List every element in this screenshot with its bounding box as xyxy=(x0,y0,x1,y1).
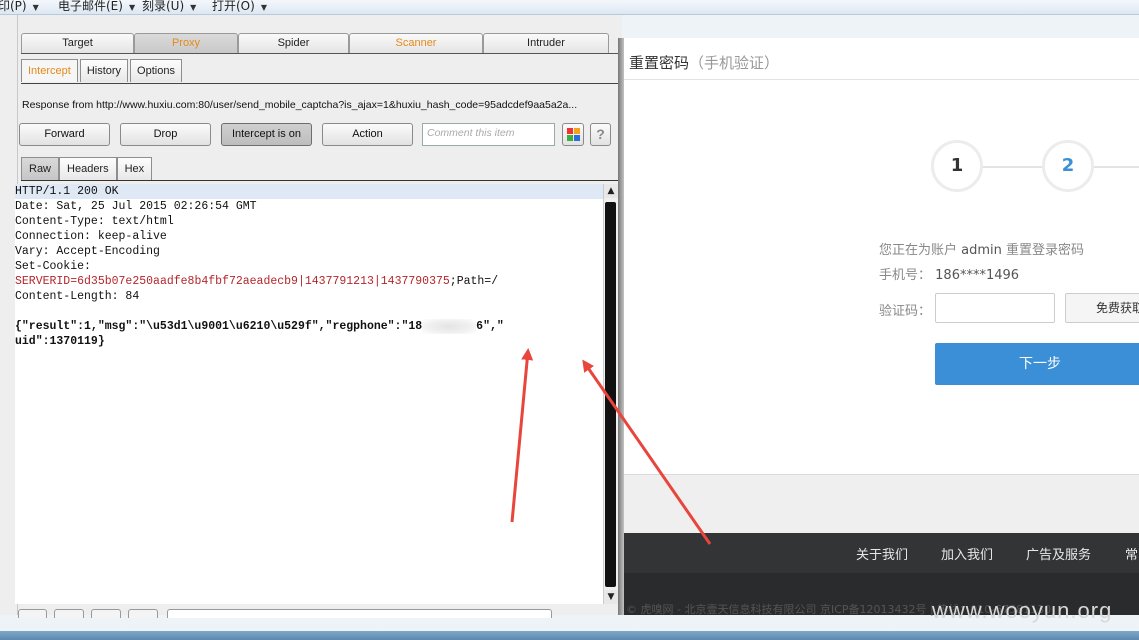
redacted-phone-blur xyxy=(422,319,477,334)
search-next-button[interactable] xyxy=(128,609,158,618)
watermark: www.wooyun.org xyxy=(932,598,1113,623)
cookie-value: 6d35b07e250aadfe8b4fbf72aeadecb9|1437791… xyxy=(77,275,450,288)
footer-nav: 关于我们 加入我们 广告及服务 常 xyxy=(624,533,1139,573)
footer-link-more[interactable]: 常 xyxy=(1125,544,1138,563)
captcha-input[interactable] xyxy=(935,293,1055,323)
tab-scanner[interactable]: Scanner xyxy=(349,33,483,53)
response-status-line: HTTP/1.1 200 OK xyxy=(15,184,603,199)
scroll-down-icon[interactable]: ▼ xyxy=(604,590,618,604)
tab-proxy[interactable]: Proxy xyxy=(134,33,238,53)
tab-intercept[interactable]: Intercept xyxy=(21,59,78,82)
tab-target[interactable]: Target xyxy=(21,33,134,53)
response-header-line: Vary: Accept-Encoding xyxy=(15,245,160,258)
step-1: 1 xyxy=(931,140,983,192)
phone-number: 186****1496 xyxy=(935,268,1020,283)
footer-link-about[interactable]: 关于我们 xyxy=(856,544,908,563)
search-prev-button[interactable] xyxy=(91,609,121,618)
divider xyxy=(21,53,621,54)
forward-button[interactable]: Forward xyxy=(19,123,110,146)
step-2: 2 xyxy=(1042,140,1094,192)
body-text: {"result":1,"msg":"\u53d1\u9001\u6210\u5… xyxy=(15,320,423,333)
browser-page: 重置密码（手机验证） 1 2 您正在为账户 admin 重置登录密码 手机号： … xyxy=(624,38,1139,616)
chevron-down-icon: ▼ xyxy=(260,3,267,12)
response-from-label: Response from http://www.huxiu.com:80/us… xyxy=(22,99,578,111)
get-code-button[interactable]: 免费获取 xyxy=(1065,293,1139,323)
scroll-up-icon[interactable]: ▲ xyxy=(604,184,618,198)
burp-main-tabs: Target Proxy Spider Scanner Intruder xyxy=(21,33,609,53)
search-back-button[interactable] xyxy=(18,609,47,618)
page-title: 重置密码（手机验证） xyxy=(629,54,780,72)
response-body-line: uid":1370119} xyxy=(15,335,105,348)
cookie-name: SERVERID= xyxy=(15,275,78,288)
color-swatch-icon xyxy=(567,135,573,141)
menu-burn[interactable]: 刻录(U) ▼ xyxy=(142,0,196,14)
editor-scrollbar[interactable]: ▲ ▼ xyxy=(603,184,618,604)
response-header-line: Connection: keep-alive xyxy=(15,230,167,243)
menu-print[interactable]: 印(P) ▼ xyxy=(0,0,39,14)
scrollbar-thumb[interactable] xyxy=(605,202,616,587)
footer-link-ads[interactable]: 广告及服务 xyxy=(1026,544,1091,563)
search-options-button[interactable] xyxy=(54,609,84,618)
menu-open[interactable]: 打开(O) ▼ xyxy=(212,0,267,14)
response-header-line: Content-Length: 84 xyxy=(15,290,140,303)
action-button[interactable]: Action xyxy=(322,123,413,146)
tab-raw[interactable]: Raw xyxy=(21,157,60,180)
response-header-line: Date: Sat, 25 Jul 2015 02:26:54 GMT xyxy=(15,200,257,213)
drop-button[interactable]: Drop xyxy=(120,123,211,146)
intercept-toggle-button[interactable]: Intercept is on xyxy=(221,123,312,146)
tab-intruder[interactable]: Intruder xyxy=(483,33,609,53)
cookie-line: SERVERID=6d35b07e250aadfe8b4fbf72aeadecb… xyxy=(15,274,603,289)
phone-info: 手机号： 186****1496 xyxy=(879,268,1020,283)
tab-history[interactable]: History xyxy=(79,59,129,82)
color-swatch-icon xyxy=(574,135,580,141)
divider xyxy=(21,180,621,181)
response-header-line: Content-Type: text/html xyxy=(15,215,174,228)
help-button[interactable]: ? xyxy=(590,123,611,146)
step-connector xyxy=(983,166,1042,168)
divider xyxy=(21,83,621,84)
response-body-line: {"result":1,"msg":"\u53d1\u9001\u6210\u5… xyxy=(15,319,603,334)
footer-link-join[interactable]: 加入我们 xyxy=(941,544,993,563)
tab-options[interactable]: Options xyxy=(130,59,182,82)
proxy-subtabs: Intercept History Options xyxy=(21,59,184,82)
step-connector xyxy=(1094,166,1139,168)
body-text: 6"," xyxy=(476,320,504,333)
comment-input[interactable]: Comment this item xyxy=(422,123,555,146)
tab-hex[interactable]: Hex xyxy=(116,157,153,180)
menu-email[interactable]: 电子邮件(E) ▼ xyxy=(58,0,135,14)
taskbar-edge xyxy=(0,631,1139,640)
window-menu-bar: 印(P) ▼ 电子邮件(E) ▼ 刻录(U) ▼ 打开(O) ▼ xyxy=(0,0,1139,15)
search-input[interactable] xyxy=(167,609,552,618)
response-editor[interactable]: HTTP/1.1 200 OK Date: Sat, 25 Jul 2015 0… xyxy=(15,184,603,604)
burp-proxy-panel: Target Proxy Spider Scanner Intruder Int… xyxy=(15,15,621,618)
code-label: 验证码： xyxy=(879,304,932,319)
account-info: 您正在为账户 admin 重置登录密码 xyxy=(879,243,1085,258)
tab-headers[interactable]: Headers xyxy=(59,157,117,180)
burp-window: Target Proxy Spider Scanner Intruder Int… xyxy=(0,15,622,618)
chevron-down-icon: ▼ xyxy=(190,3,197,12)
color-swatch-icon xyxy=(574,128,580,134)
account-name: admin xyxy=(961,243,1002,258)
color-swatch-icon xyxy=(567,128,573,134)
highlight-color-button[interactable] xyxy=(562,123,584,146)
page-gray-band xyxy=(624,474,1139,533)
message-view-tabs: Raw Headers Hex xyxy=(21,157,153,180)
next-step-button[interactable]: 下一步 xyxy=(935,343,1139,385)
chevron-down-icon: ▼ xyxy=(32,3,39,12)
divider xyxy=(624,79,1139,80)
response-header-line: Set-Cookie: xyxy=(15,260,91,273)
chevron-down-icon: ▼ xyxy=(128,3,136,12)
cookie-path: ;Path=/ xyxy=(449,275,499,288)
tab-spider[interactable]: Spider xyxy=(238,33,349,53)
